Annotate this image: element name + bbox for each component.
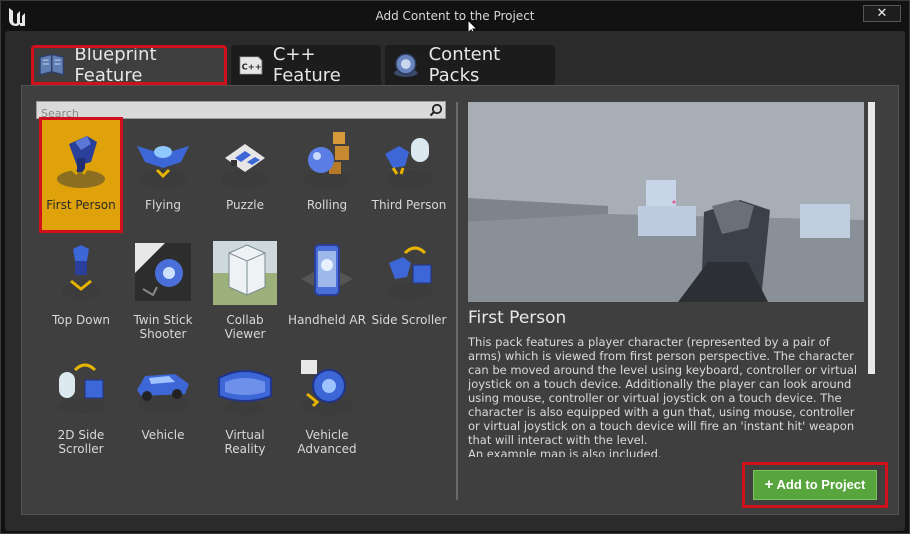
template-2d-side-scroller[interactable]: 2D Side Scroller [42,350,120,460]
svg-text:C++: C++ [242,62,262,72]
template-label: Handheld AR [288,313,366,327]
vehicle-advanced-icon [301,360,353,415]
rolling-icon [303,132,351,188]
template-vehicle-advanced[interactable]: Vehicle Advanced [288,350,366,460]
template-label: Top Down [51,313,111,327]
template-label: Twin Stick Shooter [133,313,193,341]
template-label: Vehicle Advanced [297,428,357,456]
template-side-scroller[interactable]: Side Scroller [370,235,448,345]
template-label: 2D Side Scroller [57,428,105,456]
template-virtual-reality[interactable]: Virtual Reality [206,350,284,460]
template-label: Flying [145,198,181,212]
tab-label: Content Packs [428,44,501,86]
template-label: Side Scroller [371,313,447,327]
vr-icon [218,370,272,415]
search-box[interactable] [36,101,446,122]
template-handheld-ar[interactable]: Handheld AR [288,235,366,345]
template-label: Collab Viewer [224,313,266,341]
handheld-ar-icon [301,244,353,296]
vehicle-icon [137,374,189,413]
template-flying[interactable]: Flying [124,120,202,230]
title-bar[interactable]: Add Content to the Project ✕ [1,1,909,37]
description-paragraph: This pack features a player character (r… [468,335,858,447]
window-title: Add Content to the Project [375,9,535,23]
template-label: First Person [46,198,116,212]
plus-icon: + [764,476,774,493]
tab-label: C++ Feature [272,44,341,86]
dialog-body: Blueprint Feature C++ C++ Feature Conten… [5,31,905,531]
template-vehicle[interactable]: Vehicle [124,350,202,460]
add-to-project-button[interactable]: + Add to Project [753,470,877,500]
flying-icon [137,146,189,188]
template-label: Puzzle [226,198,264,212]
content-pack-icon [393,53,418,77]
search-icon[interactable] [429,103,443,117]
template-twin-stick-shooter[interactable]: Twin Stick Shooter [124,235,202,345]
panel-divider[interactable] [456,102,458,500]
template-rolling[interactable]: Rolling [288,120,366,230]
2d-side-scroller-icon [57,363,105,414]
details-scrollbar-thumb[interactable] [868,102,875,374]
add-content-dialog: Add Content to the Project ✕ Blueprint F… [0,0,910,534]
template-top-down[interactable]: Top Down [42,235,120,345]
template-label: Third Person [371,198,447,212]
template-collab-viewer[interactable]: Collab Viewer [206,235,284,345]
template-third-person[interactable]: Third Person [370,120,448,230]
third-person-icon [385,138,433,188]
template-preview-image [468,102,864,302]
template-label: Vehicle [141,428,185,442]
collab-viewer-icon [213,241,277,305]
side-scroller-icon [385,246,433,299]
template-title: First Person [468,308,567,328]
first-person-icon [57,136,105,188]
template-first-person[interactable]: First Person [39,117,123,233]
template-description: This pack features a player character (r… [468,335,864,457]
top-down-icon [61,245,101,299]
template-label: Virtual Reality [224,428,266,456]
add-button-highlight: + Add to Project [742,462,888,508]
blueprint-book-icon [39,53,65,76]
add-button-label: Add to Project [776,477,866,492]
content-panel: First Person Flying [21,85,899,515]
cpp-file-icon: C++ [239,56,263,75]
close-button[interactable]: ✕ [863,5,901,22]
tab-cpp-feature[interactable]: C++ C++ Feature [231,44,381,86]
template-label: Rolling [306,198,348,212]
puzzle-icon [221,144,269,188]
description-paragraph-extra: An example map is also included. [468,447,662,457]
tab-label: Blueprint Feature [74,44,157,86]
twin-stick-icon [135,243,191,301]
tab-blueprint-feature[interactable]: Blueprint Feature [31,44,227,86]
tab-content-packs[interactable]: Content Packs [385,44,555,86]
template-puzzle[interactable]: Puzzle [206,120,284,230]
